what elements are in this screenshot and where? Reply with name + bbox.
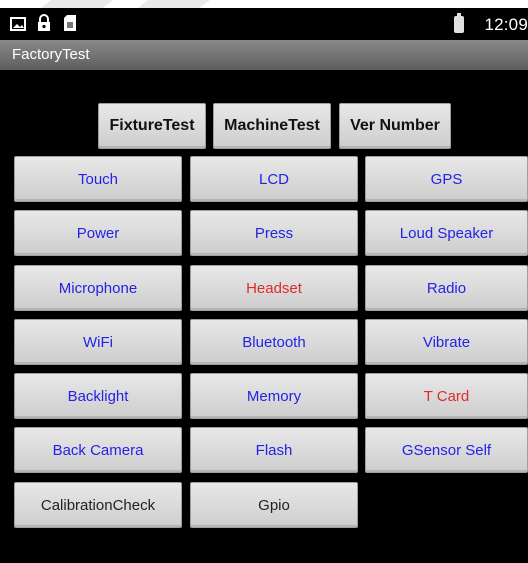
test-button-power[interactable]: Power bbox=[14, 210, 182, 256]
test-button-microphone[interactable]: Microphone bbox=[14, 265, 182, 311]
test-button-touch[interactable]: Touch bbox=[14, 156, 182, 202]
status-time: 12:09 bbox=[484, 15, 528, 34]
image-icon bbox=[10, 16, 26, 37]
app-title-bar: FactoryTest bbox=[0, 40, 528, 70]
test-button-gps[interactable]: GPS bbox=[365, 156, 528, 202]
test-button-loud-speaker[interactable]: Loud Speaker bbox=[365, 210, 528, 256]
app-title: FactoryTest bbox=[12, 46, 90, 63]
device-screen: 12:09 FactoryTest FixtureTest MachineTes… bbox=[0, 8, 528, 563]
test-button-vibrate[interactable]: Vibrate bbox=[365, 319, 528, 365]
machine-test-button[interactable]: MachineTest bbox=[213, 103, 331, 149]
test-button-wifi[interactable]: WiFi bbox=[14, 319, 182, 365]
battery-icon bbox=[454, 13, 464, 33]
fixture-test-button[interactable]: FixtureTest bbox=[98, 103, 206, 149]
test-button-backlight[interactable]: Backlight bbox=[14, 373, 182, 419]
test-button-bluetooth[interactable]: Bluetooth bbox=[190, 319, 358, 365]
test-button-headset[interactable]: Headset bbox=[190, 265, 358, 311]
test-button-back-camera[interactable]: Back Camera bbox=[14, 427, 182, 473]
lock-icon bbox=[36, 14, 52, 37]
status-bar: 12:09 bbox=[0, 8, 528, 40]
test-button-radio[interactable]: Radio bbox=[365, 265, 528, 311]
test-button-lcd[interactable]: LCD bbox=[190, 156, 358, 202]
ver-number-button[interactable]: Ver Number bbox=[339, 103, 451, 149]
test-button-gpio[interactable]: Gpio bbox=[190, 482, 358, 528]
test-button-flash[interactable]: Flash bbox=[190, 427, 358, 473]
test-button-t-card[interactable]: T Card bbox=[365, 373, 528, 419]
test-button-press[interactable]: Press bbox=[190, 210, 358, 256]
test-button-gsensor-self[interactable]: GSensor Self bbox=[365, 427, 528, 473]
sim-card-icon bbox=[64, 15, 76, 36]
test-button-calibration-check[interactable]: CalibrationCheck bbox=[14, 482, 182, 528]
test-button-memory[interactable]: Memory bbox=[190, 373, 358, 419]
